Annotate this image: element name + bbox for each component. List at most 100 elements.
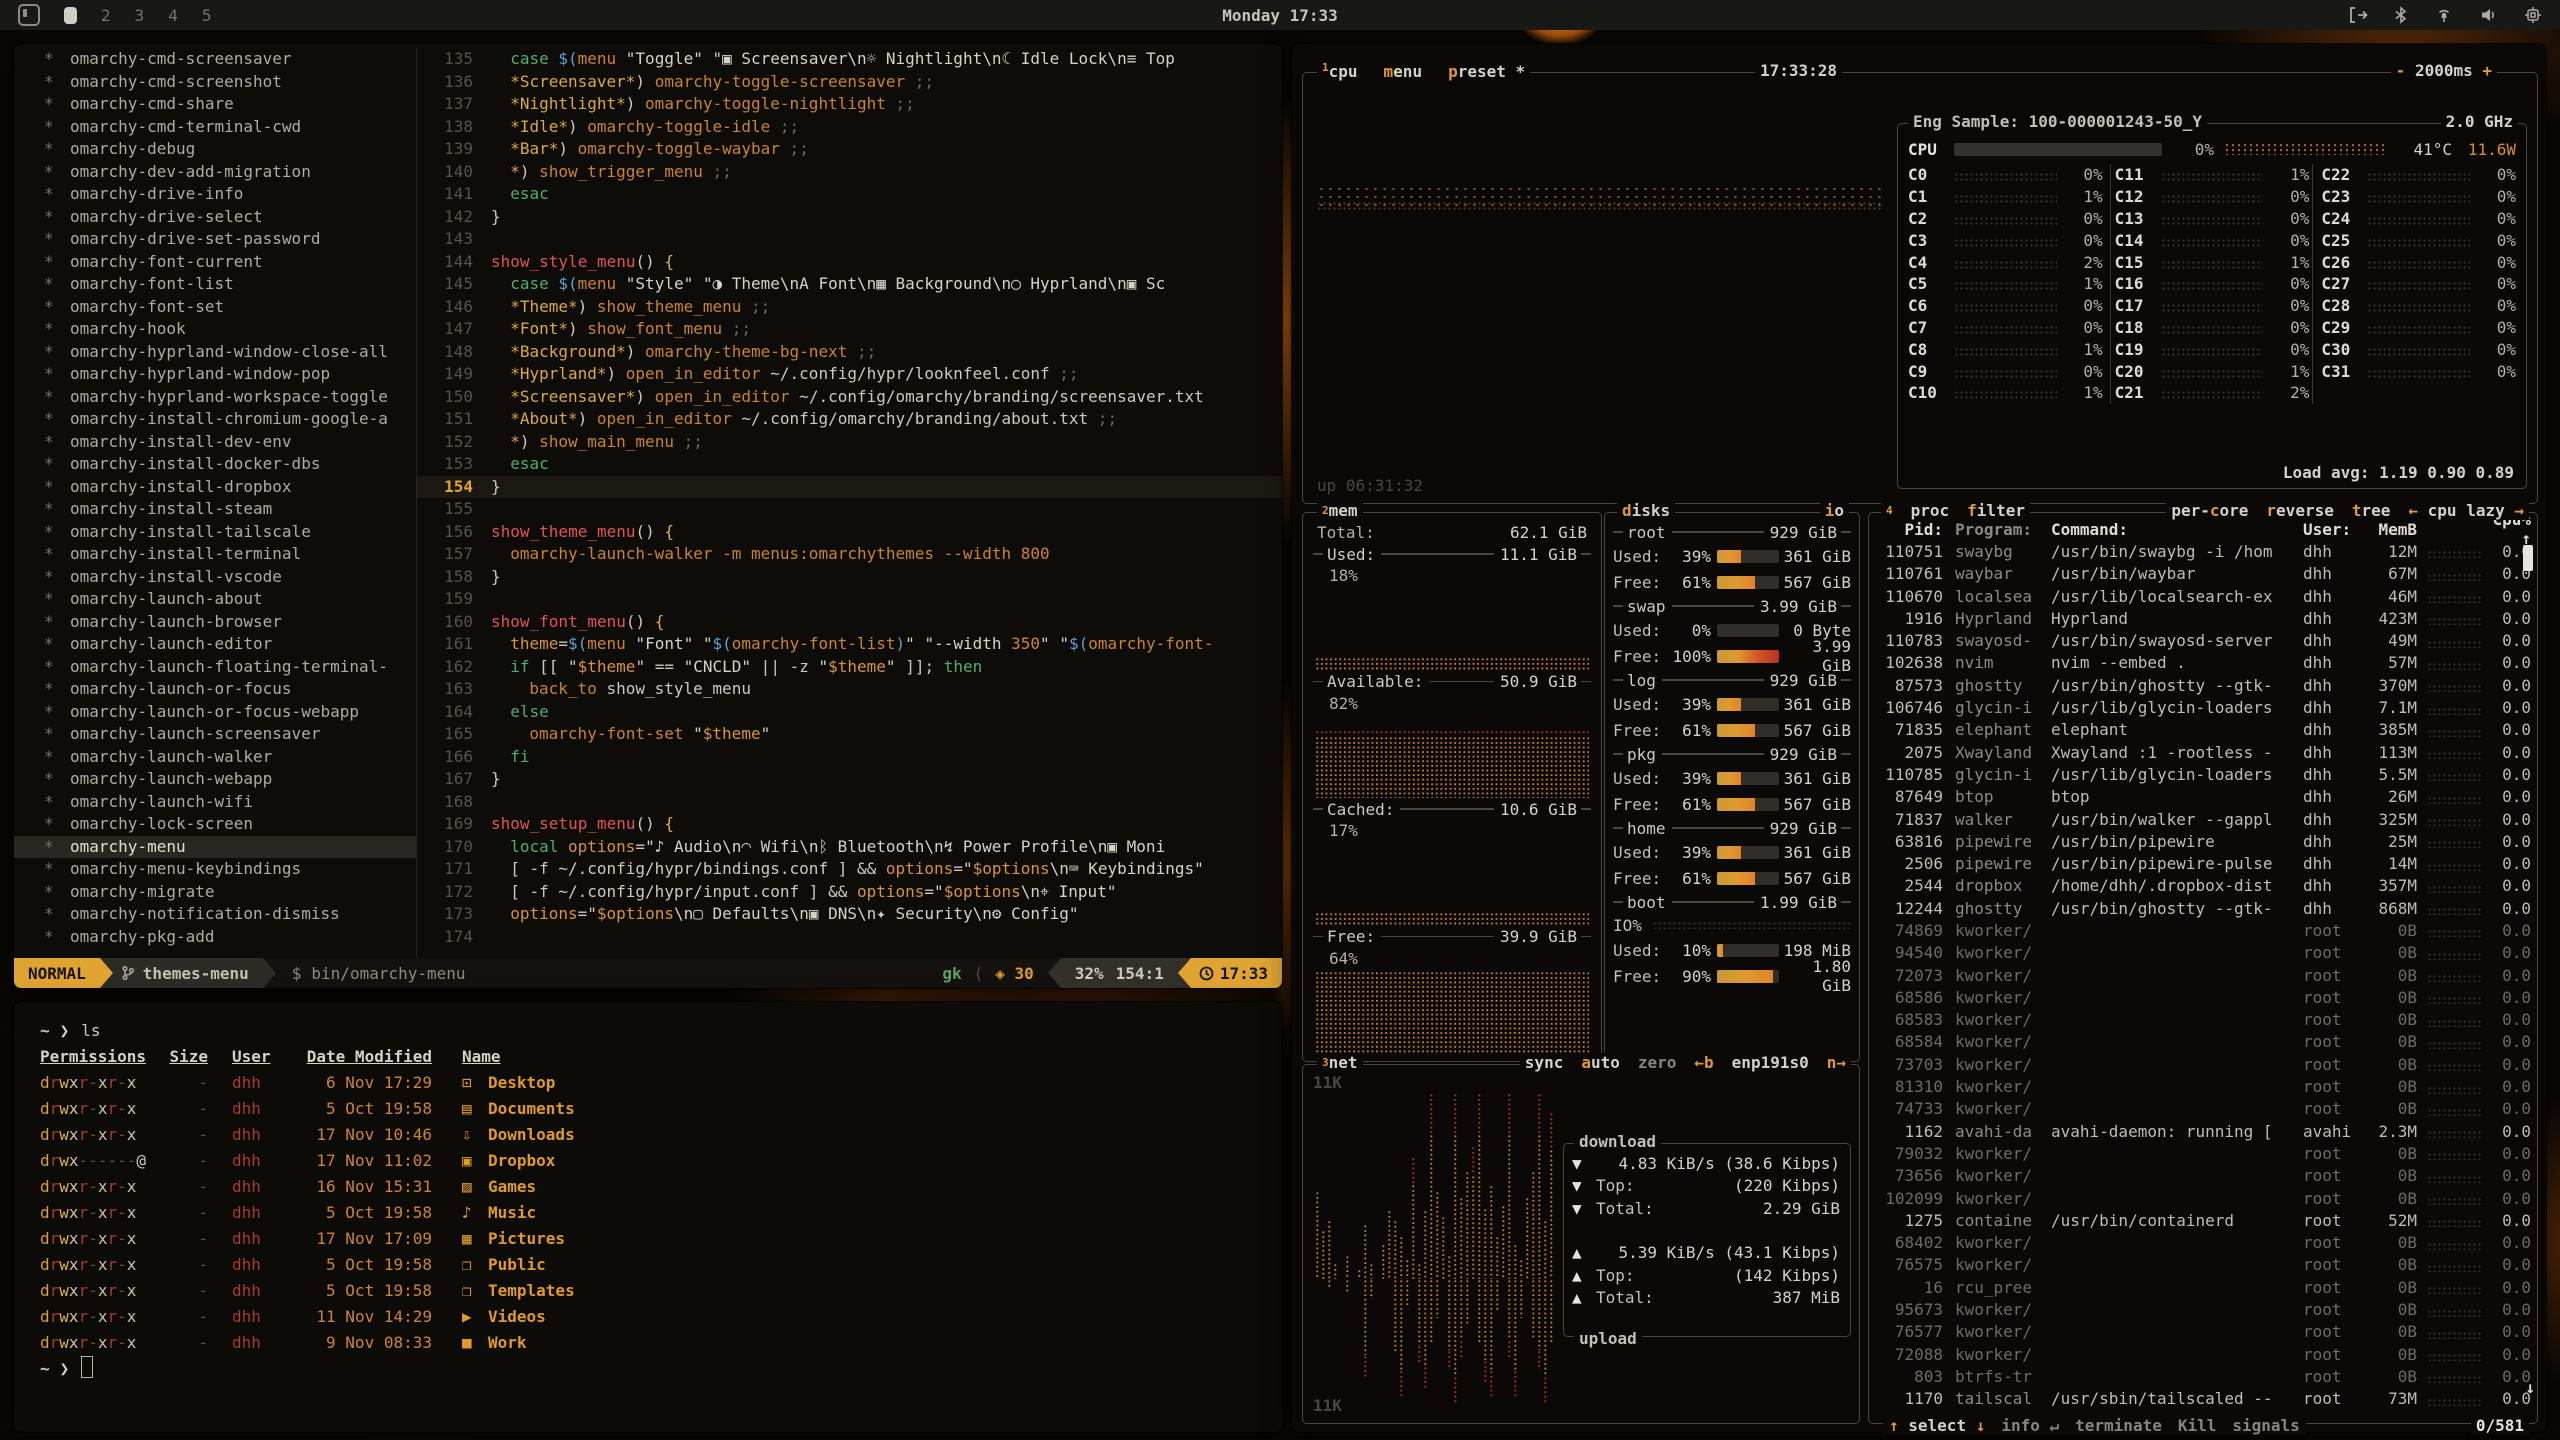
process-row[interactable]: 1162avahi-daavahi-daemon: running [avahi…	[1875, 1120, 2531, 1142]
process-row[interactable]: 73703kworker/root0B0.0	[1875, 1053, 2531, 1075]
proc-action[interactable]: ↑ select ↓	[1889, 1416, 1985, 1435]
volume-icon[interactable]	[2480, 6, 2498, 24]
process-row[interactable]: 81310kworker/root0B0.0	[1875, 1075, 2531, 1097]
process-row[interactable]: 71837walker/usr/bin/walker --gappldhh325…	[1875, 808, 2531, 830]
process-row[interactable]: 2506pipewire/usr/bin/pipewire-pulsedhh14…	[1875, 852, 2531, 874]
proc-box-tab[interactable]: 4procfilter	[1881, 501, 2030, 520]
file-item[interactable]: *omarchy-notification-dismiss	[14, 903, 416, 926]
process-row[interactable]: 68583kworker/root0B0.0	[1875, 1009, 2531, 1031]
process-row[interactable]: 71835elephantelephantdhh385M0.0	[1875, 719, 2531, 741]
wifi-icon[interactable]	[2434, 6, 2454, 24]
process-row[interactable]: 74733kworker/root0B0.0	[1875, 1098, 2531, 1120]
file-item[interactable]: *omarchy-cmd-terminal-cwd	[14, 116, 416, 139]
proc-footer-actions[interactable]: ↑ select ↓info ↵terminateKillsignals	[1883, 1416, 2306, 1435]
process-row[interactable]: 68584kworker/root0B0.0	[1875, 1031, 2531, 1053]
process-row[interactable]: 68586kworker/root0B0.0	[1875, 986, 2531, 1008]
file-item[interactable]: *omarchy-drive-set-password	[14, 228, 416, 251]
file-item[interactable]: *omarchy-launch-or-focus-webapp	[14, 701, 416, 724]
process-row[interactable]: 106746glycin-i/usr/lib/glycin-loadersdhh…	[1875, 696, 2531, 718]
file-item[interactable]: *omarchy-menu	[14, 836, 416, 859]
file-item[interactable]: *omarchy-migrate	[14, 881, 416, 904]
box-tab[interactable]: reverse	[2266, 501, 2333, 520]
file-item[interactable]: *omarchy-install-dropbox	[14, 476, 416, 499]
file-item[interactable]: *omarchy-install-docker-dbs	[14, 453, 416, 476]
workspace-number[interactable]: 2	[101, 6, 111, 25]
box-tab[interactable]: 1cpu	[1322, 61, 1358, 81]
process-row[interactable]: 1275containe/usr/bin/containerdroot52M0.…	[1875, 1209, 2531, 1231]
process-row[interactable]: 95673kworker/root0B0.0	[1875, 1298, 2531, 1320]
process-row[interactable]: 1170tailscal/usr/sbin/tailscaled --root7…	[1875, 1388, 2531, 1410]
file-item[interactable]: *omarchy-install-terminal	[14, 543, 416, 566]
process-row[interactable]: 110785glycin-i/usr/lib/glycin-loadersdhh…	[1875, 763, 2531, 785]
box-tab[interactable]: ←b	[1694, 1053, 1713, 1072]
file-item[interactable]: *omarchy-hyprland-window-pop	[14, 363, 416, 386]
box-tab[interactable]: ← cpu lazy →	[2408, 501, 2524, 520]
mem-box-tab[interactable]: 2mem	[1317, 501, 1363, 520]
io-toggle[interactable]: io	[1820, 501, 1849, 520]
file-item[interactable]: *omarchy-pkg-add	[14, 926, 416, 949]
process-row[interactable]: 110751swaybg/usr/bin/swaybg -i /homdhh12…	[1875, 540, 2531, 562]
file-item[interactable]: *omarchy-launch-walker	[14, 746, 416, 769]
file-item[interactable]: *omarchy-dev-add-migration	[14, 161, 416, 184]
update-interval-control[interactable]: - 2000ms +	[2391, 61, 2497, 80]
file-item[interactable]: *omarchy-launch-or-focus	[14, 678, 416, 701]
disks-box-tab[interactable]: disks	[1617, 501, 1675, 520]
scroll-down-icon[interactable]: ↓	[2525, 1378, 2535, 1397]
file-item[interactable]: *omarchy-install-vscode	[14, 566, 416, 589]
file-item[interactable]: *omarchy-launch-floating-terminal-	[14, 656, 416, 679]
filter-button[interactable]: filter	[1967, 501, 2025, 520]
process-row[interactable]: 87649btopbtopdhh26M0.0	[1875, 786, 2531, 808]
process-row[interactable]: 63816pipewire/usr/bin/pipewiredhh25M0.0	[1875, 830, 2531, 852]
file-item[interactable]: *omarchy-install-tailscale	[14, 521, 416, 544]
box-tab[interactable]: sync	[1525, 1053, 1564, 1072]
workspace-number[interactable]: 4	[168, 6, 178, 25]
terminal-output[interactable]: ~❯lsPermissionsSizeUserDate ModifiedName…	[14, 1002, 1282, 1398]
process-row[interactable]: 12244ghostty/usr/bin/ghostty --gtk-dhh86…	[1875, 897, 2531, 919]
file-item[interactable]: *omarchy-hyprland-window-close-all	[14, 341, 416, 364]
code-area[interactable]: 135case $(menu "Toggle" "▣ Screensaver\n…	[417, 48, 1282, 948]
file-item[interactable]: *omarchy-font-current	[14, 251, 416, 274]
file-item[interactable]: *omarchy-drive-info	[14, 183, 416, 206]
process-row[interactable]: 76577kworker/root0B0.0	[1875, 1321, 2531, 1343]
file-item[interactable]: *omarchy-font-set	[14, 296, 416, 319]
process-row[interactable]: 73656kworker/root0B0.0	[1875, 1165, 2531, 1187]
process-row[interactable]: 2544dropbox/home/dhh/.dropbox-distdhh357…	[1875, 875, 2531, 897]
file-item[interactable]: *omarchy-launch-wifi	[14, 791, 416, 814]
file-item[interactable]: *omarchy-launch-editor	[14, 633, 416, 656]
process-row[interactable]: 803btrfs-trroot0B0.0	[1875, 1365, 2531, 1387]
process-row[interactable]: 79032kworker/root0B0.0	[1875, 1142, 2531, 1164]
prompt-line[interactable]: ~❯	[40, 1356, 1256, 1382]
net-box-controls[interactable]: sync auto zero ←b enp191s0 n→	[1520, 1053, 1851, 1072]
box-tab[interactable]: n→	[1827, 1053, 1846, 1072]
workspace-active-indicator[interactable]	[64, 7, 77, 24]
file-item[interactable]: *omarchy-install-chromium-google-a	[14, 408, 416, 431]
process-row[interactable]: 102099kworker/root0B0.0	[1875, 1187, 2531, 1209]
cpu-box-tabs[interactable]: 1cpu menu preset *	[1317, 61, 1530, 81]
workspace-number[interactable]: 3	[135, 6, 145, 25]
process-row[interactable]: 72088kworker/root0B0.0	[1875, 1343, 2531, 1365]
box-tab[interactable]: auto	[1581, 1053, 1620, 1072]
file-item[interactable]: *omarchy-hook	[14, 318, 416, 341]
net-box-tab[interactable]: 3net	[1317, 1053, 1363, 1072]
box-tab[interactable]: tree	[2352, 501, 2391, 520]
proc-header[interactable]: Pid:Program:Command:User:MemBCpu% ↑	[1875, 518, 2531, 540]
file-item[interactable]: *omarchy-install-steam	[14, 498, 416, 521]
process-row[interactable]: 76575kworker/root0B0.0	[1875, 1254, 2531, 1276]
box-tab[interactable]: zero	[1638, 1053, 1677, 1072]
process-row[interactable]: 94540kworker/root0B0.0	[1875, 942, 2531, 964]
box-tab[interactable]: enp191s0	[1732, 1053, 1809, 1072]
process-row[interactable]: 110761waybar/usr/bin/waybardhh67M0.0	[1875, 563, 2531, 585]
file-item[interactable]: *omarchy-hyprland-workspace-toggle	[14, 386, 416, 409]
file-item[interactable]: *omarchy-cmd-share	[14, 93, 416, 116]
box-tab[interactable]: menu	[1384, 62, 1423, 81]
process-row[interactable]: 110670localsea/usr/lib/localsearch-exdhh…	[1875, 585, 2531, 607]
process-row[interactable]: 72073kworker/root0B0.0	[1875, 964, 2531, 986]
file-item[interactable]: *omarchy-cmd-screensaver	[14, 48, 416, 71]
box-tab[interactable]: preset *	[1448, 62, 1525, 81]
box-tab[interactable]: per-core	[2171, 501, 2248, 520]
scrollbar-thumb[interactable]	[2523, 545, 2533, 571]
process-row[interactable]: 102638nvimnvim --embed .dhh57M0.0	[1875, 652, 2531, 674]
file-item[interactable]: *omarchy-launch-webapp	[14, 768, 416, 791]
file-item[interactable]: *omarchy-menu-keybindings	[14, 858, 416, 881]
bluetooth-icon[interactable]	[2394, 6, 2408, 24]
